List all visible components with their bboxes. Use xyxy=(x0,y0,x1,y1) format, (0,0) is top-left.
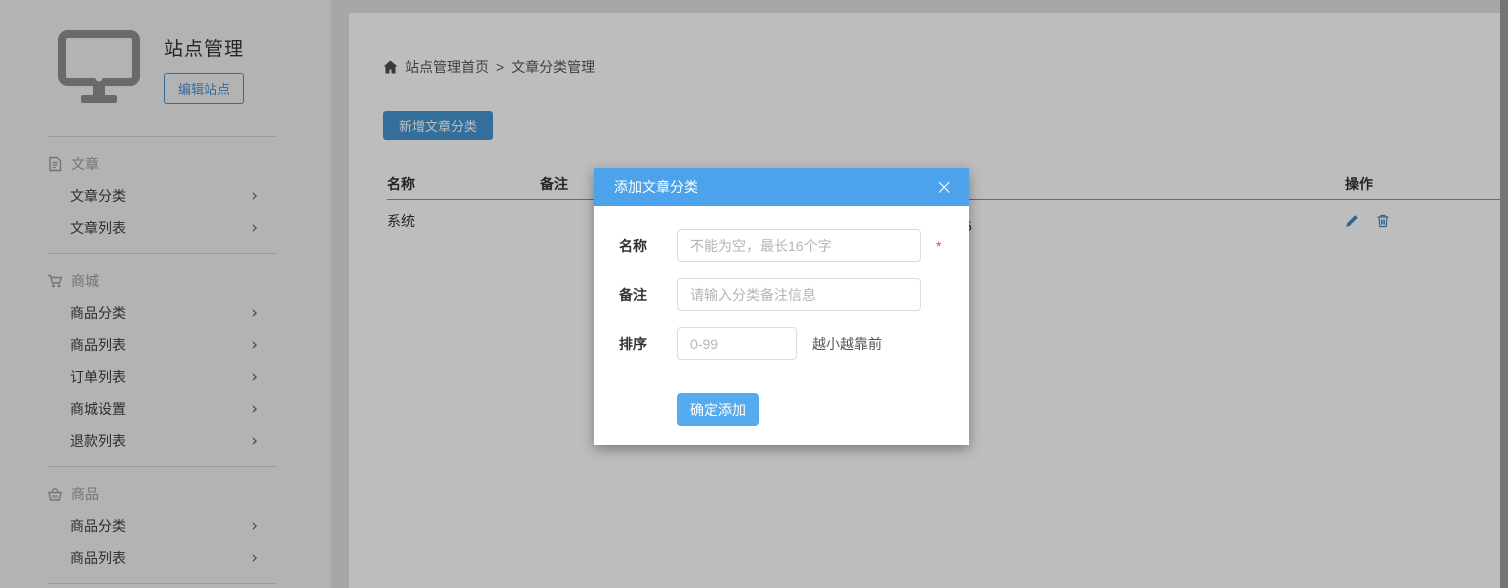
close-icon[interactable]: × xyxy=(935,177,953,198)
name-field-label: 名称 xyxy=(619,236,677,256)
modal-header: 添加文章分类 × xyxy=(594,168,969,206)
modal-body: 名称 * 备注 排序 越小越靠前 确定添加 xyxy=(594,206,969,426)
note-field[interactable] xyxy=(677,278,921,311)
sort-field[interactable] xyxy=(677,327,797,360)
field-row-name: 名称 * xyxy=(619,229,969,262)
modal-title: 添加文章分类 xyxy=(614,177,698,197)
field-row-sort: 排序 越小越靠前 xyxy=(619,327,969,360)
note-field-label: 备注 xyxy=(619,285,677,305)
name-field[interactable] xyxy=(677,229,921,262)
add-category-modal: 添加文章分类 × 名称 * 备注 排序 越小越靠前 确定添加 xyxy=(594,168,969,445)
sort-hint: 越小越靠前 xyxy=(812,334,882,354)
confirm-add-button[interactable]: 确定添加 xyxy=(677,393,759,426)
required-asterisk: * xyxy=(936,238,941,254)
sort-field-label: 排序 xyxy=(619,334,677,354)
field-row-note: 备注 xyxy=(619,278,969,311)
